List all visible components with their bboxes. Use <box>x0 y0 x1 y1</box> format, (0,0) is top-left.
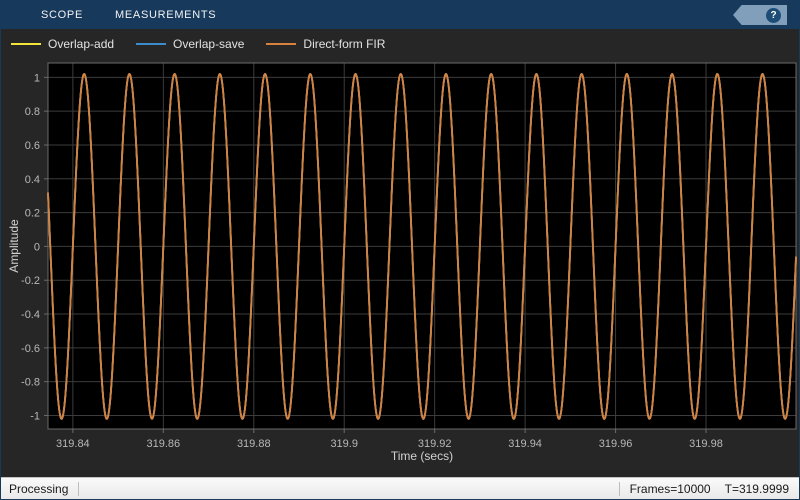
status-frames: Frames=10000 <box>629 481 711 496</box>
legend-label: Overlap-save <box>173 37 245 51</box>
status-time: T=319.9999 <box>724 481 789 496</box>
status-bar: Processing Frames=10000 T=319.9999 <box>1 477 799 499</box>
svg-text:-0.4: -0.4 <box>21 309 40 321</box>
help-ribbon: ? <box>733 5 787 25</box>
legend-item-overlap-add[interactable]: Overlap-add <box>11 37 114 51</box>
legend-line-orange <box>266 43 297 45</box>
legend-label: Direct-form FIR <box>303 37 386 51</box>
x-axis-label: Time (secs) <box>390 449 454 463</box>
legend-item-overlap-save[interactable]: Overlap-save <box>136 37 244 51</box>
legend-line-yellow <box>11 43 41 45</box>
svg-text:-0.2: -0.2 <box>21 275 40 287</box>
svg-text:0.2: 0.2 <box>25 208 40 220</box>
svg-text:0.8: 0.8 <box>25 106 40 118</box>
svg-text:1: 1 <box>34 72 40 84</box>
y-axis-label: Amplitude <box>7 219 21 273</box>
tab-scope[interactable]: SCOPE <box>25 2 99 29</box>
svg-text:-0.8: -0.8 <box>21 377 40 389</box>
svg-text:0: 0 <box>34 241 40 253</box>
svg-text:-1: -1 <box>30 410 40 422</box>
status-processing: Processing <box>9 481 69 496</box>
svg-text:0.6: 0.6 <box>25 140 40 152</box>
status-divider <box>78 481 80 496</box>
svg-text:0.4: 0.4 <box>25 174 40 186</box>
legend: Overlap-add Overlap-save Direct-form FIR <box>11 37 385 51</box>
plot-area[interactable]: 319.84 319.86 319.88 319.9 319.92 319.94 319.9… <box>1 57 800 473</box>
time-scope-window: SCOPE MEASUREMENTS ? Overlap-add Overlap… <box>0 0 800 500</box>
toolstrip: SCOPE MEASUREMENTS ? <box>1 1 799 29</box>
legend-item-direct-form-fir[interactable]: Direct-form FIR <box>266 37 385 51</box>
legend-line-blue <box>136 43 167 45</box>
svg-text:-0.6: -0.6 <box>21 343 40 355</box>
status-divider <box>618 481 620 496</box>
legend-label: Overlap-add <box>48 37 115 51</box>
help-button[interactable]: ? <box>766 7 781 23</box>
tab-measurements[interactable]: MEASUREMENTS <box>99 2 232 29</box>
